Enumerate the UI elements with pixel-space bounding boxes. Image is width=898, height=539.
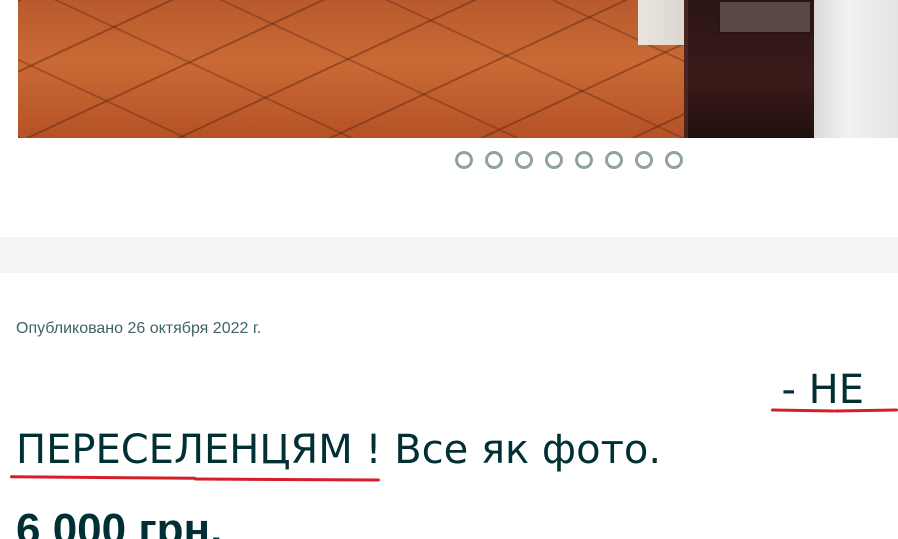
wall — [814, 0, 898, 138]
listing-page: Опубликовано 26 октября 2022 г. - НЕ ПЕР… — [0, 0, 898, 539]
gallery-dot[interactable] — [605, 151, 623, 169]
gallery-dot[interactable] — [575, 151, 593, 169]
gallery-dot[interactable] — [635, 151, 653, 169]
stove-window — [718, 0, 812, 34]
section-divider — [0, 237, 898, 273]
gallery-dot[interactable] — [545, 151, 563, 169]
listing-price: 6 000 грн. — [16, 505, 223, 539]
annotation-underline — [193, 477, 381, 482]
listing-photo[interactable] — [18, 0, 898, 138]
listing-title: - НЕ ПЕРЕСЕЛЕНЦЯМ ! Все як фото. — [16, 360, 886, 480]
gallery-pagination — [455, 151, 683, 175]
gallery-dot[interactable] — [515, 151, 533, 169]
title-rest: Все як фото. — [381, 427, 662, 473]
published-date: Опубликовано 26 октября 2022 г. — [16, 320, 262, 337]
gallery-dot[interactable] — [485, 151, 503, 169]
gallery-dot[interactable] — [455, 151, 473, 169]
annotation-underline — [833, 408, 898, 413]
gallery-dot[interactable] — [665, 151, 683, 169]
title-line-2: ПЕРЕСЕЛЕНЦЯМ ! Все як фото. — [16, 420, 886, 480]
title-highlight: ПЕРЕСЕЛЕНЦЯМ ! — [16, 427, 382, 473]
title-line-1: - НЕ — [781, 367, 865, 413]
